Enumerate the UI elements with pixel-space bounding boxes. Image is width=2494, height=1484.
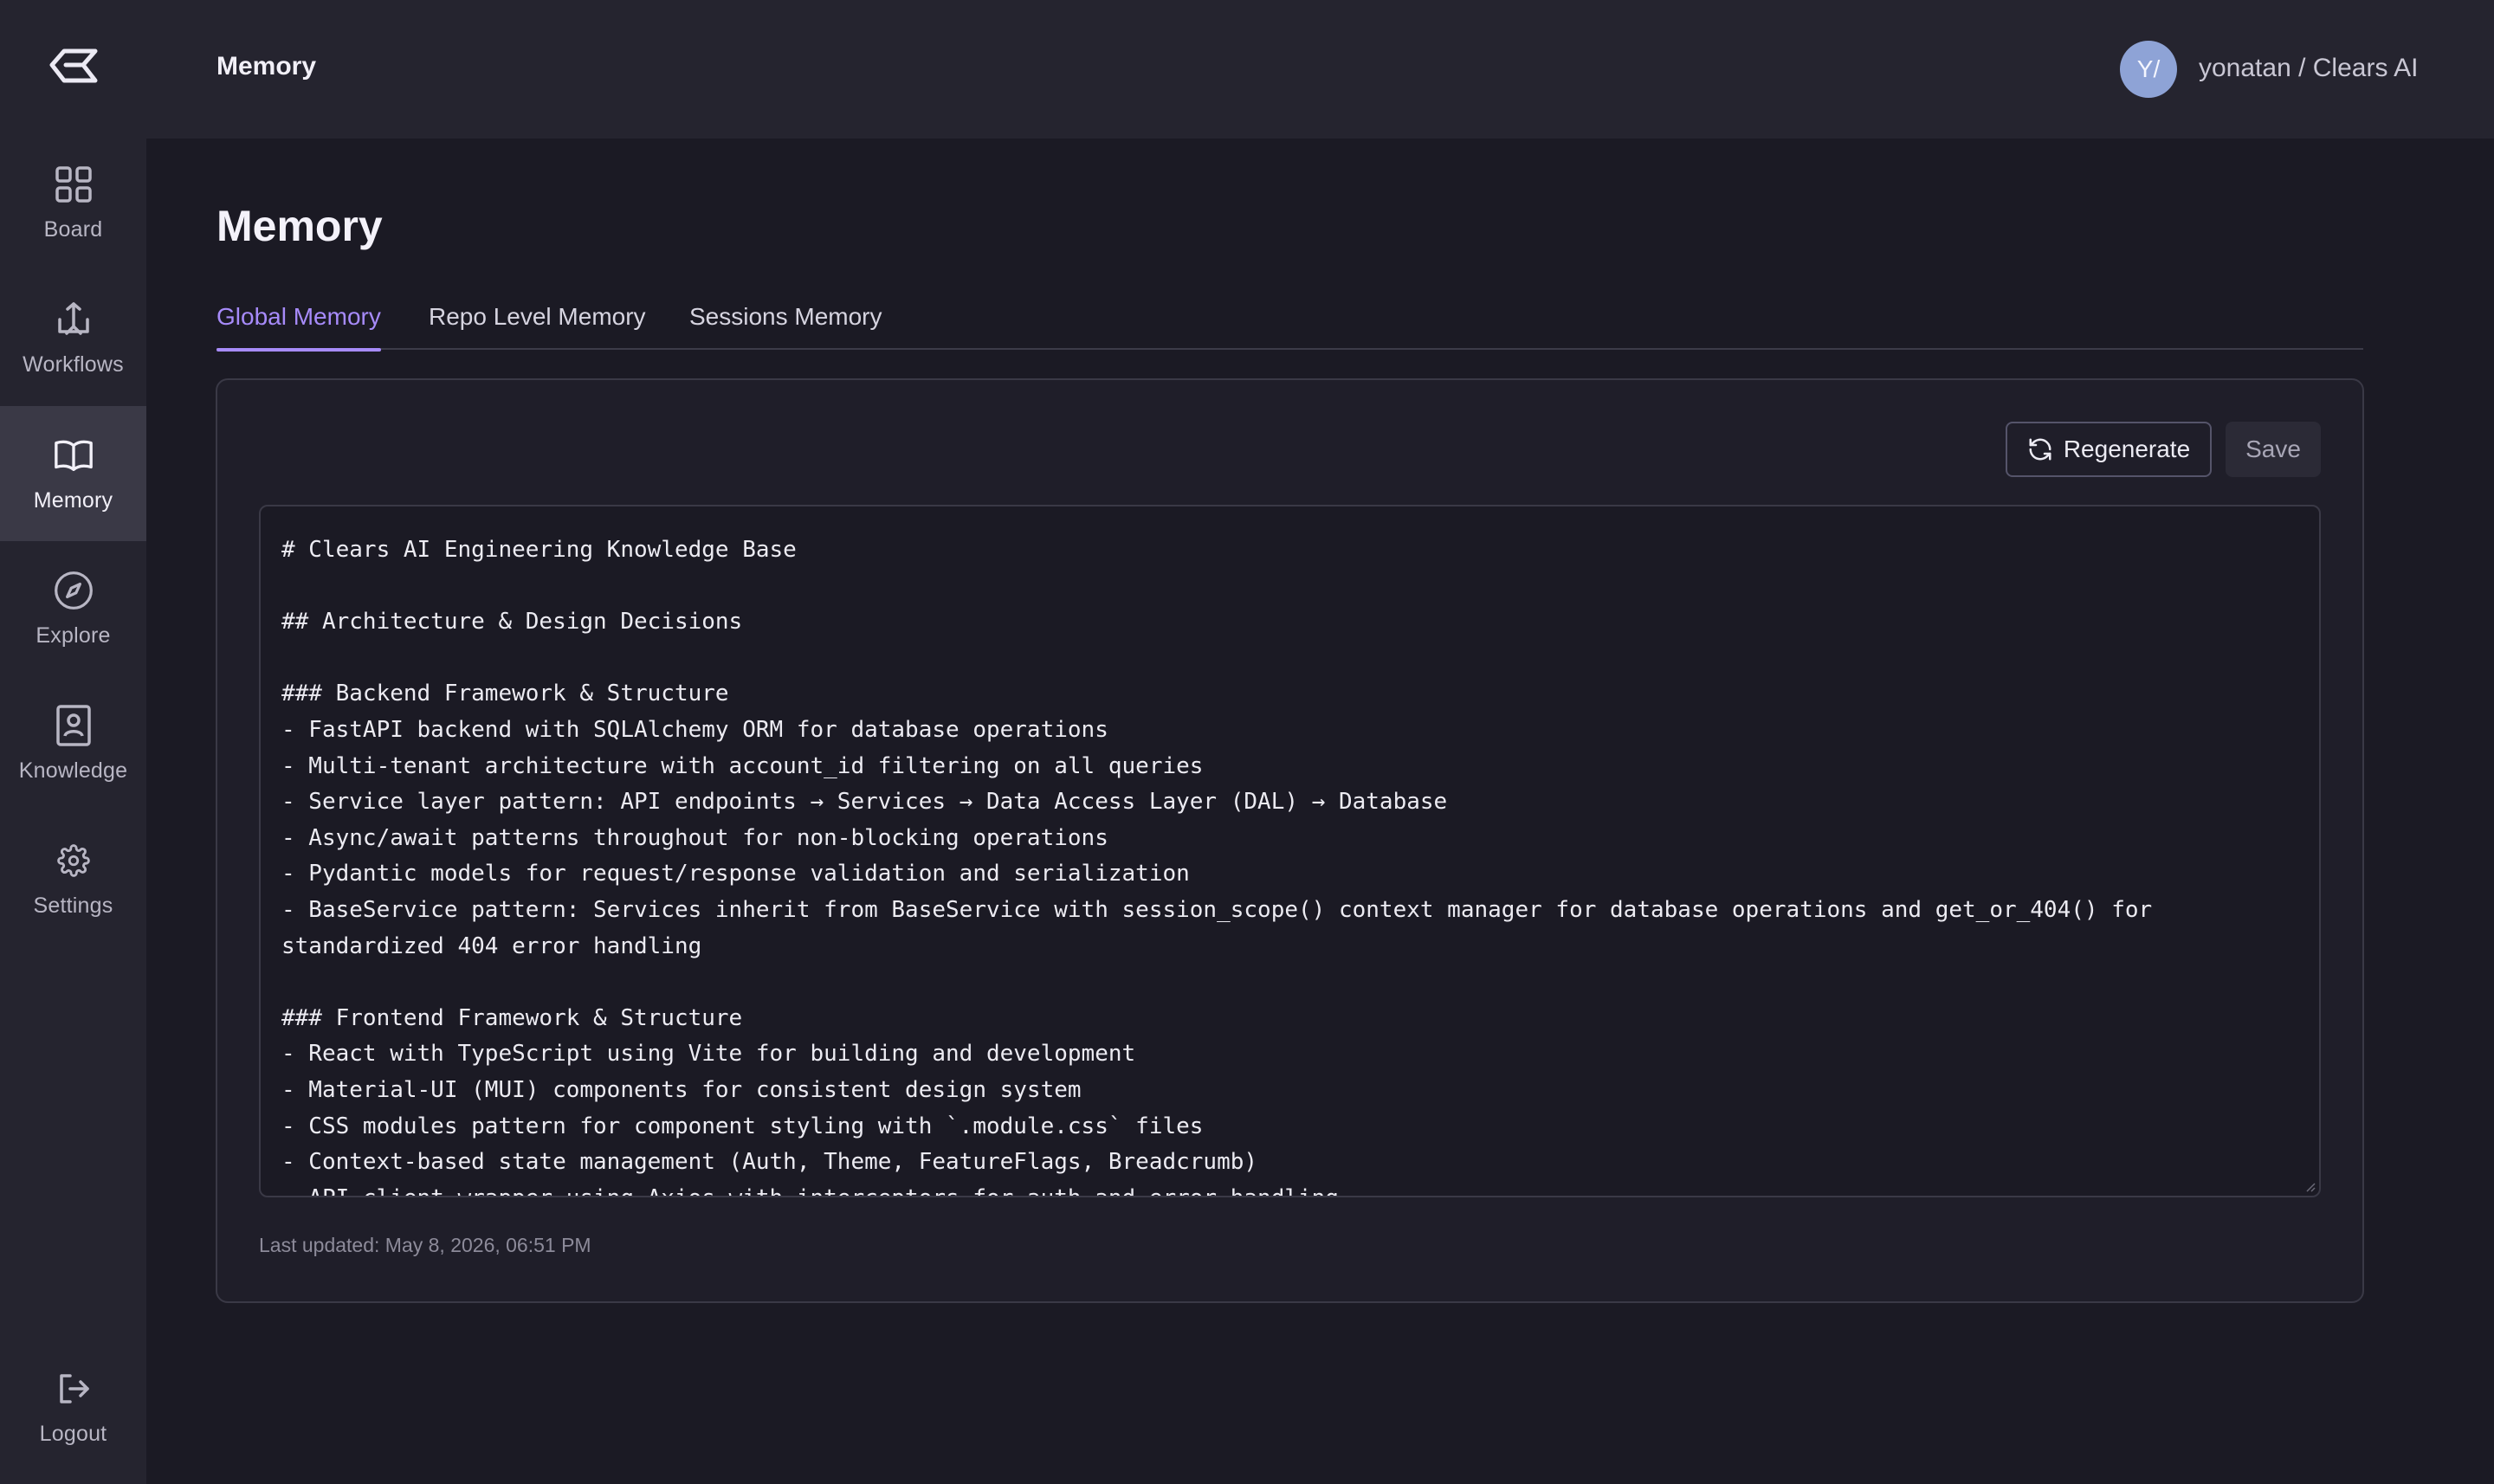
tab-sessions-memory[interactable]: Sessions Memory bbox=[689, 303, 882, 350]
last-updated-text: Last updated: May 8, 2026, 06:51 PM bbox=[259, 1234, 591, 1256]
workflow-icon bbox=[53, 299, 94, 340]
sidebar-item-board[interactable]: Board bbox=[0, 135, 146, 270]
regenerate-label: Regenerate bbox=[2063, 436, 2191, 462]
contact-book-icon bbox=[53, 704, 94, 746]
tab-repo-level-memory[interactable]: Repo Level Memory bbox=[429, 303, 646, 350]
sidebar-item-label: Board bbox=[43, 216, 103, 242]
app-logo-icon[interactable] bbox=[0, 33, 146, 99]
memory-editor-text[interactable]: # Clears AI Engineering Knowledge Base #… bbox=[281, 532, 2298, 1196]
logout-label: Logout bbox=[39, 1421, 107, 1446]
save-button[interactable]: Save bbox=[2226, 422, 2321, 477]
sidebar: Board Workflows Memory Explore Knowledge… bbox=[0, 0, 146, 1484]
sidebar-item-memory[interactable]: Memory bbox=[0, 406, 146, 541]
tab-global-memory[interactable]: Global Memory bbox=[216, 303, 381, 352]
logout-button[interactable]: Logout bbox=[0, 1339, 146, 1474]
sidebar-item-label: Memory bbox=[33, 487, 113, 513]
sidebar-item-label: Explore bbox=[36, 623, 111, 648]
account-name[interactable]: yonatan / Clears AI bbox=[2199, 54, 2418, 83]
compass-icon bbox=[53, 570, 94, 611]
memory-editor[interactable]: # Clears AI Engineering Knowledge Base #… bbox=[259, 505, 2321, 1197]
book-icon bbox=[53, 435, 94, 476]
gear-icon bbox=[53, 840, 94, 881]
sidebar-item-knowledge[interactable]: Knowledge bbox=[0, 676, 146, 811]
top-header: Memory Y/ yonatan / Clears AI bbox=[146, 0, 2494, 139]
memory-tabs: Global Memory Repo Level Memory Sessions… bbox=[216, 294, 2363, 352]
header-title: Memory bbox=[216, 52, 317, 81]
avatar[interactable]: Y/ bbox=[2120, 41, 2177, 98]
sidebar-item-label: Settings bbox=[33, 893, 113, 918]
sidebar-item-label: Workflows bbox=[23, 352, 124, 377]
sidebar-item-settings[interactable]: Settings bbox=[0, 811, 146, 946]
sidebar-item-label: Knowledge bbox=[18, 758, 128, 783]
regenerate-button[interactable]: Regenerate bbox=[2006, 422, 2212, 477]
page-title: Memory bbox=[216, 202, 383, 250]
sidebar-item-explore[interactable]: Explore bbox=[0, 541, 146, 676]
grid-icon bbox=[53, 164, 94, 205]
refresh-icon bbox=[2027, 436, 2053, 462]
sidebar-item-workflows[interactable]: Workflows bbox=[0, 270, 146, 405]
app-root: Board Workflows Memory Explore Knowledge… bbox=[0, 0, 2494, 1484]
logout-icon bbox=[53, 1368, 94, 1410]
resize-handle-icon[interactable] bbox=[2303, 1180, 2316, 1192]
